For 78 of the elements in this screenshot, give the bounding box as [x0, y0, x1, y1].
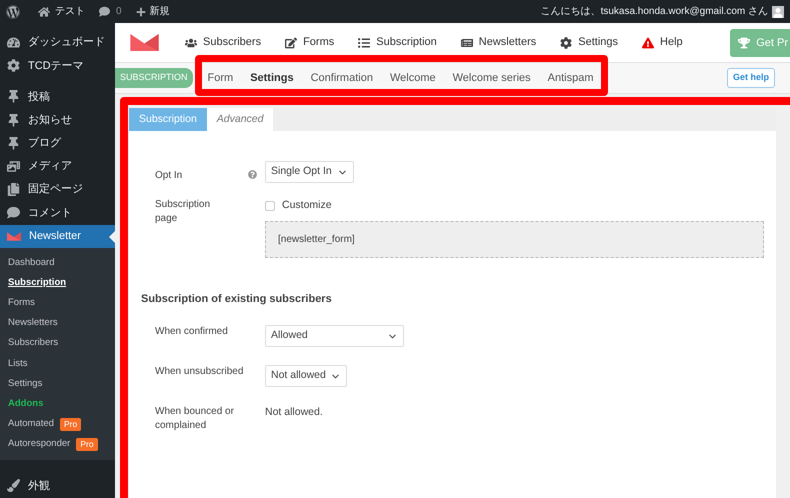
section-heading: Subscription of existing subscribers	[141, 292, 333, 307]
sidebar-item[interactable]: 外観	[0, 474, 115, 498]
top-nav-link[interactable]: Newsletters	[460, 34, 536, 51]
newsletter-logo	[130, 34, 159, 51]
pin-icon	[7, 114, 20, 127]
pin-icon	[7, 90, 20, 104]
sidebar-item[interactable]: TCDテーマ	[0, 54, 115, 78]
submenu-item[interactable]: Forms	[8, 296, 35, 310]
envelope-icon	[7, 232, 21, 241]
sidebar-item[interactable]: 固定ページ	[0, 178, 115, 202]
pro-badge: Pro	[76, 438, 98, 451]
sidebar-item[interactable]: コメント	[0, 201, 115, 224]
top-nav-link[interactable]: Forms	[285, 34, 334, 51]
select-field[interactable]: Allowed	[265, 325, 404, 348]
field-label: When confirmed	[155, 325, 229, 340]
trophy-icon	[738, 37, 750, 49]
field-label: Subscription page	[155, 198, 212, 226]
sidebar-item[interactable]: メディア	[0, 154, 115, 178]
sub-tab[interactable]: Welcome series	[452, 70, 531, 86]
sidebar-item[interactable]: 投稿	[0, 85, 115, 109]
top-nav-link[interactable]: Settings	[560, 34, 618, 51]
brush-icon	[7, 479, 20, 492]
edit-icon	[285, 36, 298, 48]
submenu-item[interactable]: Subscribers	[8, 336, 58, 351]
top-nav-link[interactable]: Subscribers	[185, 34, 262, 51]
submenu-item[interactable]: Dashboard	[8, 256, 54, 270]
pin-icon	[7, 136, 20, 150]
site-link[interactable]: テスト	[55, 4, 85, 19]
gear-icon	[7, 59, 20, 72]
submenu-item[interactable]: Newsletters	[8, 316, 58, 330]
avatar-icon[interactable]	[772, 6, 784, 18]
submenu-item[interactable]: Lists	[8, 356, 28, 371]
customize-checkbox[interactable]	[265, 200, 275, 211]
comment-icon	[7, 206, 20, 220]
top-nav-link[interactable]: Help	[642, 34, 683, 51]
users-icon	[185, 36, 197, 48]
sub-tab[interactable]: Welcome	[390, 70, 436, 86]
field-label: Opt In	[155, 169, 184, 183]
submenu-item[interactable]: Addons	[8, 396, 44, 412]
sidebar-item[interactable]: ブログ	[0, 132, 115, 155]
panel-tab[interactable]: Advanced	[206, 108, 274, 131]
section-badge: SUBSCRIPTION	[115, 68, 193, 88]
greeting-text[interactable]: こんにちは、tsukasa.honda.work@gmail.com さん	[540, 4, 768, 19]
new-link[interactable]: 新規	[150, 4, 170, 19]
select-field[interactable]: Not allowed	[265, 365, 347, 388]
newspaper-icon	[460, 36, 473, 48]
field-label: When bounced or complained	[155, 405, 235, 434]
gauge-icon	[7, 36, 20, 50]
field-label: When unsubscribed	[155, 365, 244, 380]
settings-icon	[560, 36, 572, 48]
warning-icon	[642, 36, 654, 48]
help-icon[interactable]	[248, 170, 257, 179]
media-icon	[7, 160, 20, 174]
get-help-button[interactable]: Get help	[726, 68, 775, 88]
sidebar-item[interactable]: お知らせ	[0, 108, 115, 132]
submenu-item[interactable]: Subscription	[8, 276, 66, 290]
list-icon	[358, 36, 370, 48]
sidebar-item[interactable]: ダッシュボード	[0, 31, 115, 54]
field-value: Not allowed.	[265, 405, 323, 420]
sidebar-item[interactable]: Newsletter	[0, 224, 115, 248]
checkbox-label[interactable]: Customize	[282, 198, 332, 214]
pro-badge: Pro	[60, 418, 82, 431]
comment-count[interactable]: 0	[116, 4, 122, 19]
submenu-item[interactable]: Automated	[8, 417, 54, 432]
wordpress-icon[interactable]	[6, 4, 20, 18]
top-nav-link[interactable]: Subscription	[358, 34, 437, 51]
sub-tab[interactable]: Form	[208, 70, 234, 86]
pages-icon	[7, 183, 20, 196]
shortcode-box: [newsletter_form]	[265, 220, 764, 258]
sub-tab[interactable]: Confirmation	[310, 70, 373, 86]
submenu-item[interactable]: Settings	[8, 376, 42, 392]
sub-tab[interactable]: Settings	[250, 70, 294, 86]
submenu-item[interactable]: Autoresponder	[8, 437, 70, 452]
home-icon[interactable]	[38, 6, 50, 18]
opt-in-select[interactable]: Single Opt In	[265, 161, 354, 183]
plus-icon[interactable]	[136, 6, 146, 16]
comment-icon[interactable]	[99, 6, 110, 17]
sub-tab[interactable]: Antispam	[548, 70, 594, 86]
